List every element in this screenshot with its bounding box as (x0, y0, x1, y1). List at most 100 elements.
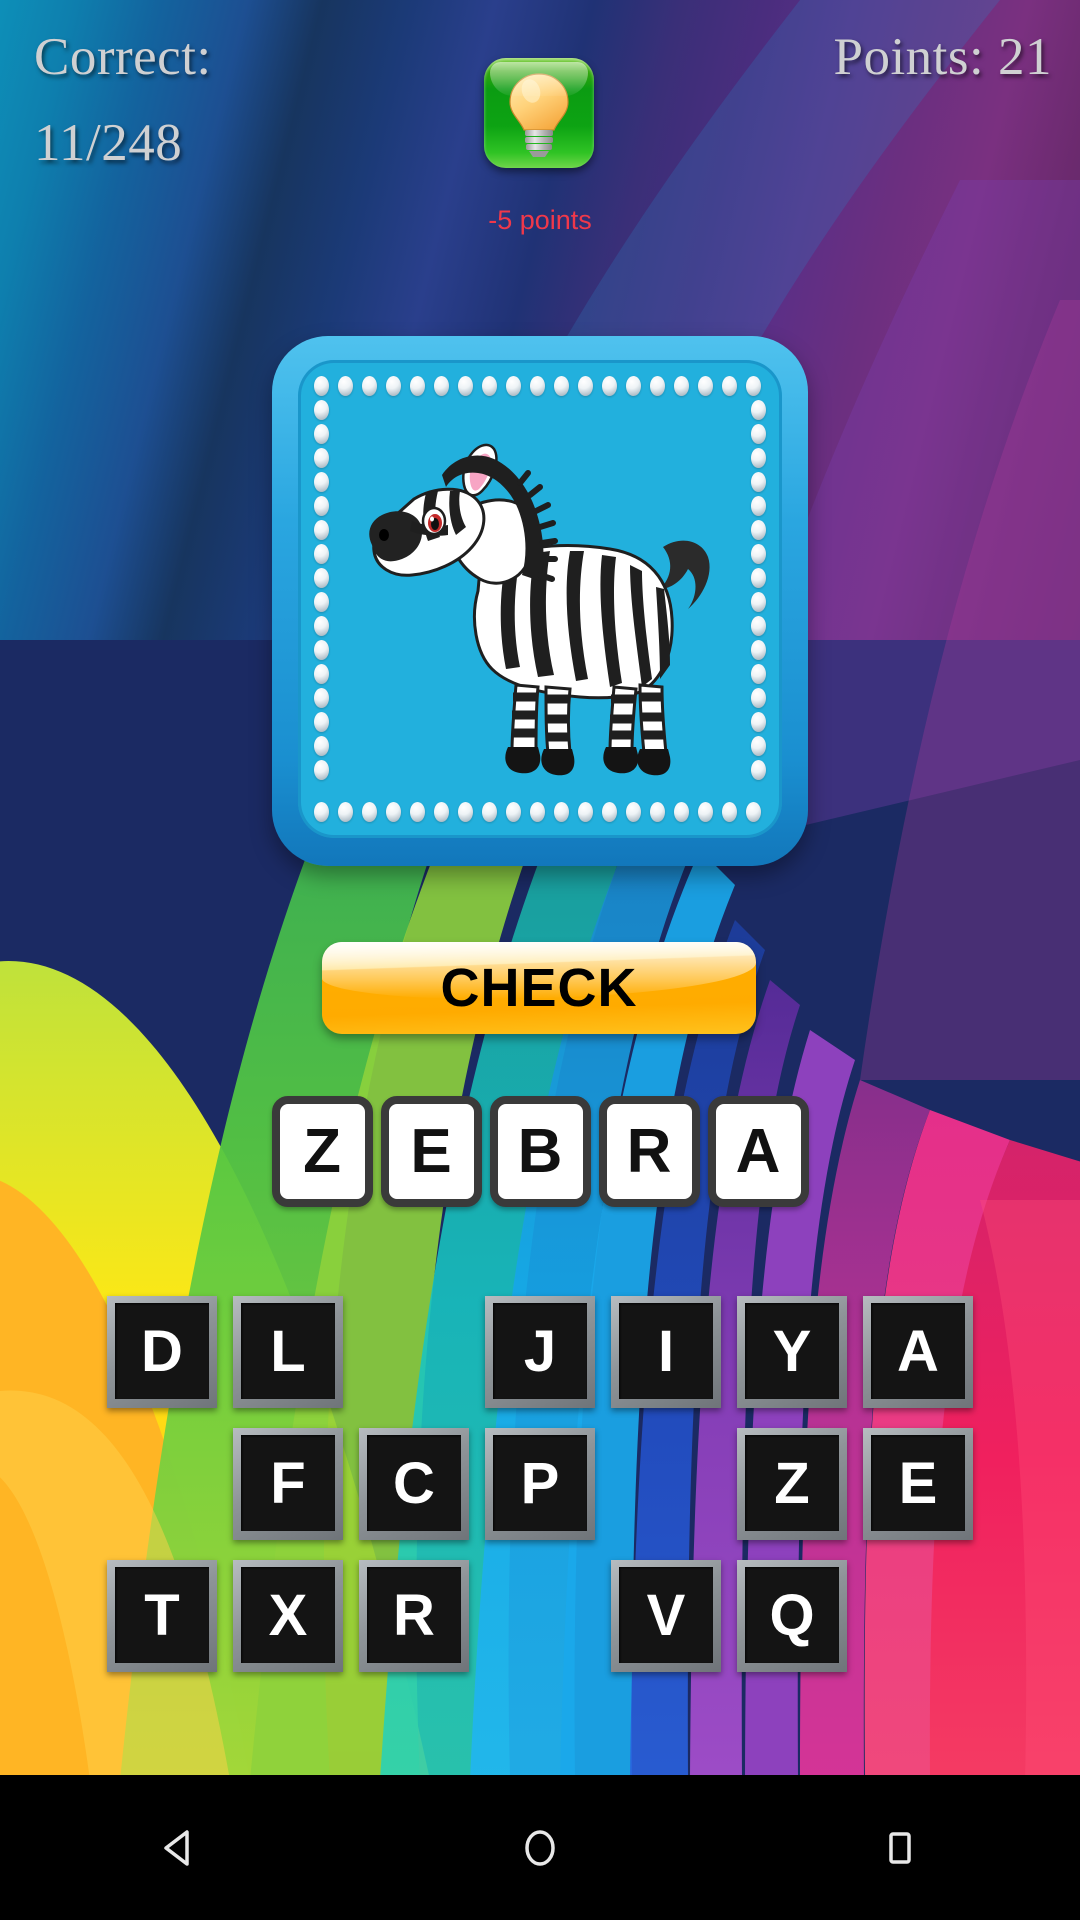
letter-key-label: A (871, 1303, 965, 1399)
letter-key-label (493, 1567, 587, 1663)
letter-key[interactable]: C (359, 1428, 469, 1540)
letter-key[interactable]: V (611, 1560, 721, 1672)
home-button[interactable] (470, 1798, 610, 1898)
pearl-dot (314, 712, 329, 732)
letter-key[interactable]: Q (737, 1560, 847, 1672)
answer-slot[interactable]: E (380, 1096, 482, 1207)
pearl-dot (751, 736, 766, 756)
pearl-dot (482, 376, 497, 396)
pearl-dot (314, 376, 329, 396)
android-navigation-bar (0, 1775, 1080, 1920)
correct-counter: Correct: 11/248 (34, 14, 454, 186)
letter-key[interactable]: F (233, 1428, 343, 1540)
pearl-dot (314, 424, 329, 444)
letter-key[interactable]: D (107, 1296, 217, 1408)
pearl-dot (602, 802, 617, 822)
pearl-dot (578, 802, 593, 822)
letter-key[interactable]: I (611, 1296, 721, 1408)
letter-key-label: I (619, 1303, 713, 1399)
pearl-dot (674, 802, 689, 822)
pearl-dot (746, 376, 761, 396)
pearl-dot (722, 376, 737, 396)
keyboard-row: DL JIYA (0, 1296, 1080, 1408)
pearl-dot (410, 376, 425, 396)
letter-key-label (871, 1567, 965, 1663)
pearl-dot (530, 376, 545, 396)
pearl-dot (314, 736, 329, 756)
recents-button[interactable] (830, 1798, 970, 1898)
pearl-dot (722, 802, 737, 822)
pearl-dot (458, 802, 473, 822)
pearl-dot (751, 544, 766, 564)
pearl-dot (751, 640, 766, 660)
pearl-dot (362, 802, 377, 822)
pearl-dot (362, 376, 377, 396)
correct-counter-value: 11/248 (34, 114, 183, 172)
letter-key[interactable]: Z (737, 1428, 847, 1540)
pearl-dot (578, 376, 593, 396)
pearl-dot (314, 616, 329, 636)
lightbulb-icon (509, 73, 569, 157)
answer-row: ZEBRA (0, 1096, 1080, 1207)
correct-counter-label: Correct: (34, 28, 212, 86)
pearl-dot (751, 400, 766, 420)
pearl-dot (751, 712, 766, 732)
pearl-dot (314, 448, 329, 468)
letter-key-label (619, 1435, 713, 1531)
pearl-dot (751, 520, 766, 540)
check-button-label: CHECK (440, 958, 638, 1018)
answer-slot[interactable]: B (489, 1096, 591, 1207)
pearl-dot (386, 376, 401, 396)
pearl-dot (314, 544, 329, 564)
pearl-dot (751, 568, 766, 588)
pearl-dot (314, 568, 329, 588)
hud: Correct: 11/248 Points: 21 -5 points (0, 0, 1080, 260)
letter-key[interactable]: R (359, 1560, 469, 1672)
picture-card-inner (298, 360, 782, 838)
letter-key-label: C (367, 1435, 461, 1531)
pearl-dot (751, 664, 766, 684)
letter-key[interactable]: L (233, 1296, 343, 1408)
pearl-dot (314, 640, 329, 660)
answer-slot[interactable]: R (598, 1096, 700, 1207)
pearl-dot (554, 376, 569, 396)
hint-cost-label: -5 points (488, 205, 592, 235)
letter-key-label: Q (745, 1567, 839, 1663)
letter-key-label: R (367, 1567, 461, 1663)
answer-slot[interactable]: A (707, 1096, 809, 1207)
pearl-dot (314, 802, 329, 822)
letter-key[interactable]: J (485, 1296, 595, 1408)
letter-key[interactable]: X (233, 1560, 343, 1672)
check-button[interactable]: CHECK (322, 942, 756, 1034)
keyboard-row: TXR VQ (0, 1560, 1080, 1672)
answer-slot[interactable]: Z (271, 1096, 373, 1207)
hint-button[interactable] (484, 58, 594, 168)
pearl-dot (751, 616, 766, 636)
pearl-dot (314, 592, 329, 612)
pearl-dot (458, 376, 473, 396)
pearl-dot (314, 664, 329, 684)
pearl-dot (506, 376, 521, 396)
pearl-dot (506, 802, 521, 822)
letter-key[interactable]: Y (737, 1296, 847, 1408)
letter-key-label: D (115, 1303, 209, 1399)
pearl-dot (746, 802, 761, 822)
recents-icon (889, 1831, 911, 1864)
letter-key[interactable]: A (863, 1296, 973, 1408)
back-button[interactable] (110, 1798, 250, 1898)
pearl-dot (674, 376, 689, 396)
letter-key[interactable]: E (863, 1428, 973, 1540)
pearl-dot (338, 376, 353, 396)
letter-key-label: P (493, 1435, 587, 1531)
letter-key-empty (863, 1560, 973, 1672)
pearl-dot (482, 802, 497, 822)
pearl-dot (751, 448, 766, 468)
letter-key-label (367, 1303, 461, 1399)
pearl-dot (751, 760, 766, 780)
letter-key-label (115, 1435, 209, 1531)
pearl-dot (314, 688, 329, 708)
letter-key[interactable]: P (485, 1428, 595, 1540)
letter-key[interactable]: T (107, 1560, 217, 1672)
letter-key-label: J (493, 1303, 587, 1399)
pearl-dot (314, 400, 329, 420)
